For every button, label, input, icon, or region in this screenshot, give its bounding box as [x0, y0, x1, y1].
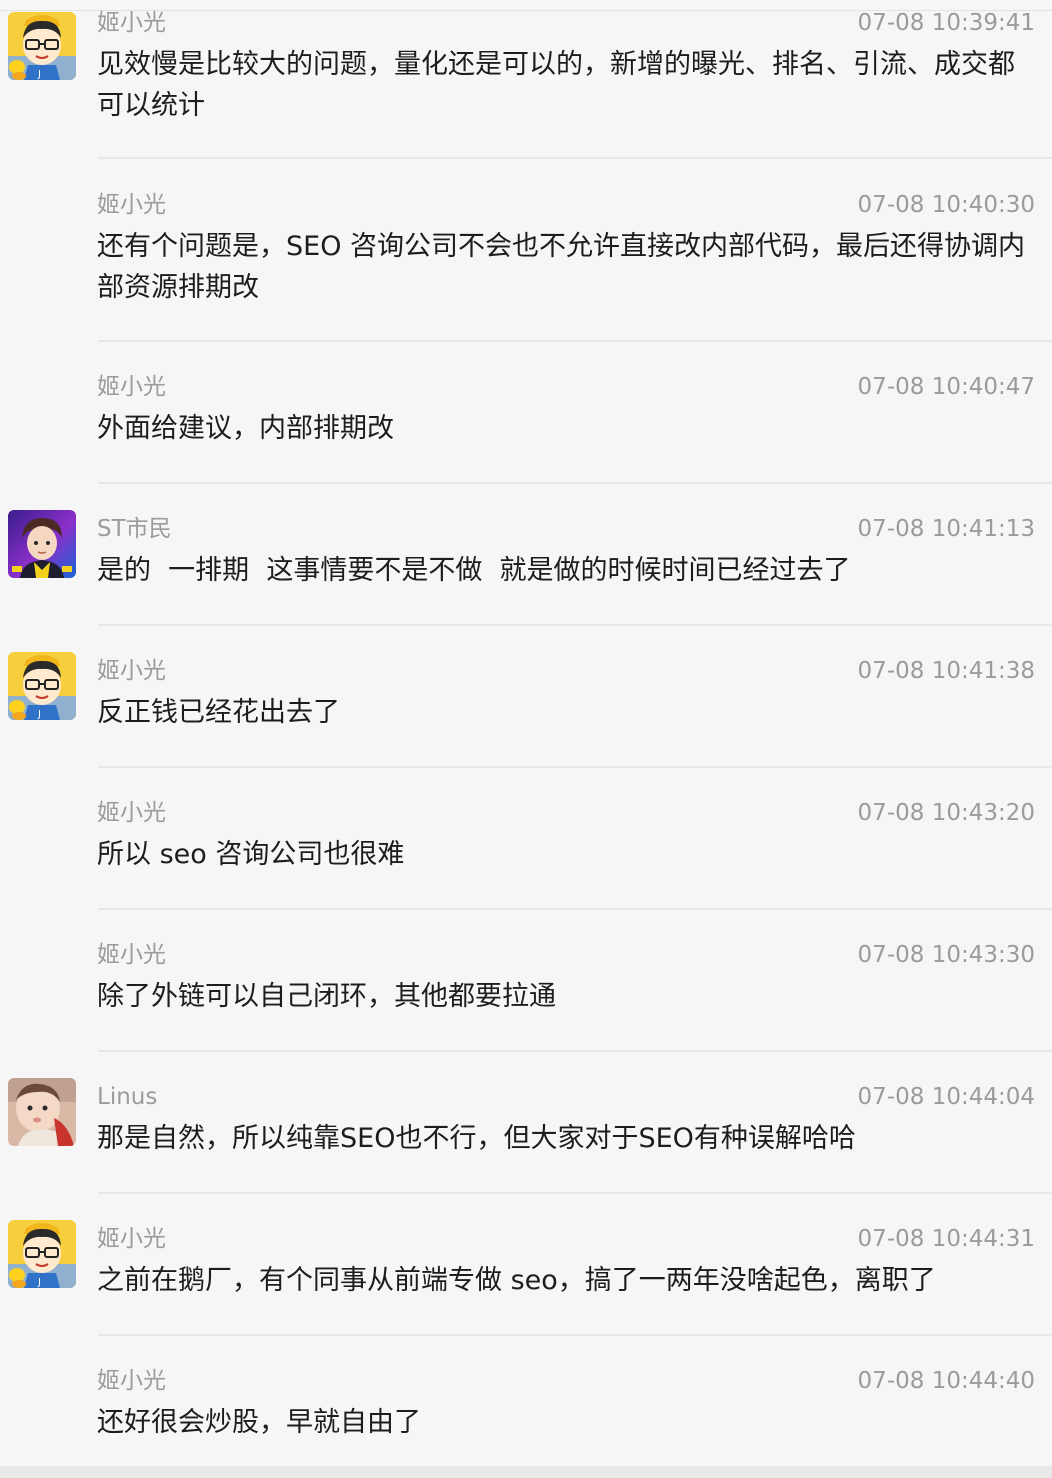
sender-name: 姬小光	[97, 1226, 166, 1252]
sender-name: 姬小光	[97, 374, 166, 400]
message-time: 07-08 10:44:40	[857, 1368, 1035, 1394]
bottom-edge	[0, 1466, 1052, 1478]
message-divider	[98, 766, 1052, 768]
message-text: 除了外链可以自己闭环，其他都要拉通	[97, 981, 556, 1012]
message-text: 那是自然，所以纯靠SEO也不行，但大家对于SEO有种误解哈哈	[97, 1123, 856, 1154]
message-text: 还有个问题是，SEO 咨询公司不会也不允许直接改内部代码，最后还得协调内部资源排…	[97, 231, 1026, 303]
sender-name: ST市民	[97, 516, 172, 542]
sender-name: 姬小光	[97, 658, 166, 684]
message-time: 07-08 10:43:30	[857, 942, 1035, 968]
message-text: 还好很会炒股，早就自由了	[97, 1407, 421, 1438]
message-text: 反正钱已经花出去了	[97, 697, 340, 728]
message-divider	[98, 1050, 1052, 1052]
message-divider	[98, 1192, 1052, 1194]
message-time: 07-08 10:39:41	[857, 10, 1035, 36]
message-text: 外面给建议，内部排期改	[97, 413, 394, 444]
message-time: 07-08 10:44:31	[857, 1226, 1035, 1252]
message-time: 07-08 10:41:38	[857, 658, 1035, 684]
sender-name: 姬小光	[97, 192, 166, 218]
message-text: 见效慢是比较大的问题，量化还是可以的，新增的曝光、排名、引流、成交都可以统计	[97, 49, 1015, 121]
message-time: 07-08 10:40:30	[857, 192, 1035, 218]
chat-message-list: 姬小光 07-08 10:39:41 见效慢是比较大的问题，量化还是可以的，新增…	[0, 0, 1052, 1478]
message-divider	[98, 908, 1052, 910]
message-divider	[98, 340, 1052, 342]
message-text: 之前在鹅厂，有个同事从前端专做 seo，搞了一两年没啥起色，离职了	[97, 1265, 936, 1296]
message-divider	[98, 1334, 1052, 1336]
sender-name: 姬小光	[97, 10, 166, 36]
message-divider	[98, 624, 1052, 626]
cartoon-glasses-avatar[interactable]	[8, 1220, 76, 1288]
cartoon-glasses-avatar[interactable]	[8, 652, 76, 720]
message-divider	[98, 482, 1052, 484]
message-text: 是的 一排期 这事情要不是不做 就是做的时候时间已经过去了	[97, 555, 851, 586]
baby-photo-avatar[interactable]	[8, 1078, 76, 1146]
message-time: 07-08 10:41:13	[857, 516, 1035, 542]
message-time: 07-08 10:43:20	[857, 800, 1035, 826]
message-time: 07-08 10:40:47	[857, 374, 1035, 400]
sender-name: 姬小光	[97, 1368, 166, 1394]
message-time: 07-08 10:44:04	[857, 1084, 1035, 1110]
sender-name: 姬小光	[97, 942, 166, 968]
sender-name: Linus	[97, 1084, 158, 1110]
message-text: 所以 seo 咨询公司也很难	[97, 839, 405, 870]
sender-name: 姬小光	[97, 800, 166, 826]
anime-boy-avatar[interactable]	[8, 510, 76, 578]
message-divider	[98, 157, 1052, 159]
cartoon-glasses-avatar[interactable]	[8, 12, 76, 80]
